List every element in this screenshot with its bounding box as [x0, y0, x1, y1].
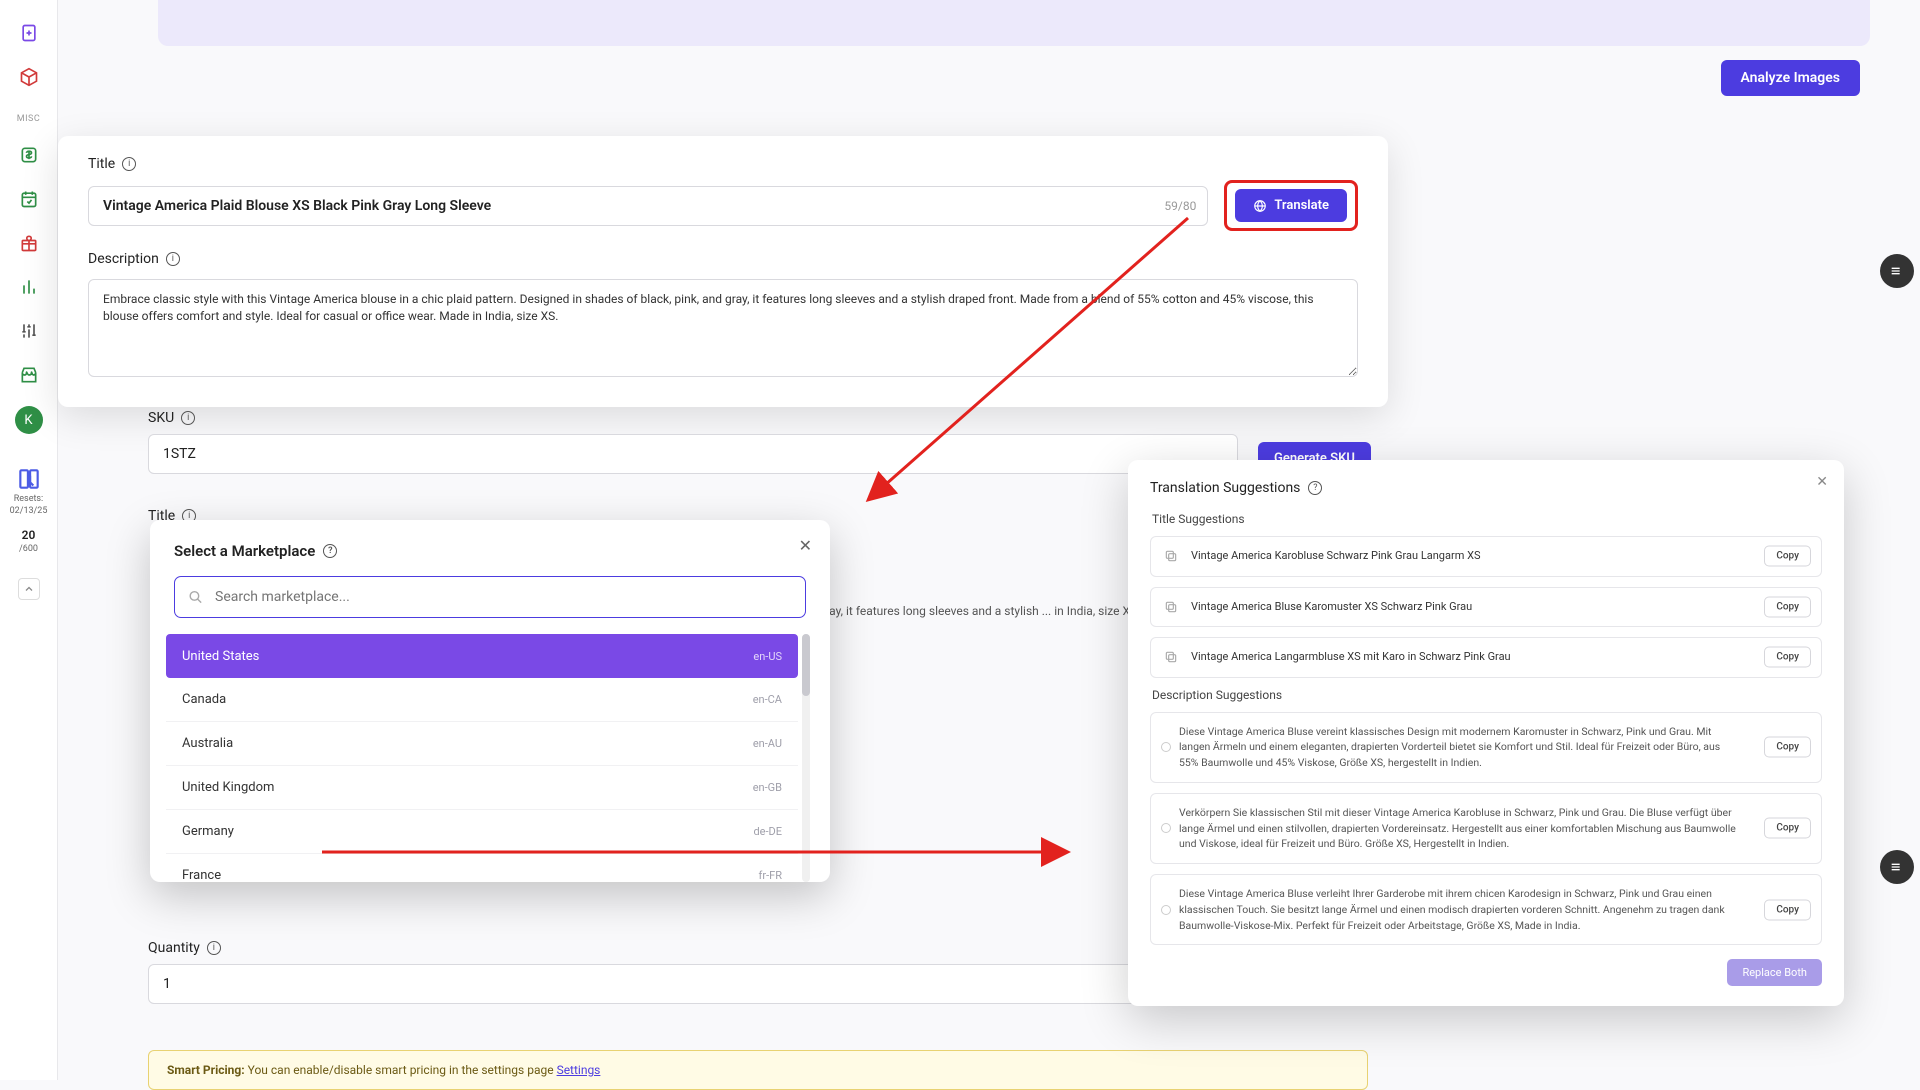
sku-label: SKUi [148, 410, 1238, 426]
info-icon[interactable]: i [207, 941, 221, 955]
sliders-icon[interactable] [16, 318, 42, 344]
sku-input[interactable] [148, 434, 1238, 474]
search-icon [187, 589, 204, 606]
avatar[interactable]: K [15, 406, 43, 434]
translation-panel: Translation Suggestions? ✕ Title Suggest… [1128, 460, 1844, 1006]
marketplace-item[interactable]: Australiaen-AU [166, 722, 798, 766]
translate-button[interactable]: Translate [1235, 189, 1347, 222]
smart-pricing-banner: Smart Pricing: You can enable/disable sm… [148, 1050, 1368, 1090]
info-icon[interactable]: i [166, 252, 180, 266]
gift-icon[interactable] [16, 230, 42, 256]
info-icon[interactable]: ? [323, 544, 337, 558]
replace-both-button[interactable]: Replace Both [1727, 959, 1822, 986]
title-description-card: Titlei 59/80 Translate Descriptioni [58, 136, 1388, 407]
title-suggestion-row[interactable]: Vintage America Karobluse Schwarz Pink G… [1150, 536, 1822, 577]
sku-block: SKUi [148, 410, 1238, 474]
usage-max: /600 [19, 544, 38, 554]
marketplace-item[interactable]: United Statesen-US [166, 634, 798, 678]
translation-header: Translation Suggestions? [1150, 480, 1822, 496]
marketplace-scrollbar[interactable] [802, 634, 810, 882]
title-label: Titlei [88, 156, 1358, 172]
marketplace-item[interactable]: Germanyde-DE [166, 810, 798, 854]
description-suggestion-row[interactable]: Verkörpern Sie klassischen Stil mit dies… [1150, 793, 1822, 864]
copy-button[interactable]: Copy [1764, 596, 1811, 617]
radio-icon[interactable] [1161, 742, 1171, 752]
info-icon[interactable]: i [122, 157, 136, 171]
sidebar-section-misc: MISC [17, 114, 41, 124]
copy-icon [1164, 650, 1178, 664]
copy-button[interactable]: Copy [1764, 899, 1811, 920]
barchart-icon[interactable] [16, 274, 42, 300]
title-suggestions-label: Title Suggestions [1152, 512, 1822, 526]
globe-icon [1253, 199, 1267, 213]
marketplace-list[interactable]: United Statesen-USCanadaen-CAAustraliaen… [166, 634, 798, 882]
marketplace-search-input[interactable] [174, 576, 806, 618]
description-suggestions-label: Description Suggestions [1152, 688, 1822, 702]
description-suggestion-row[interactable]: Diese Vintage America Bluse vereint klas… [1150, 712, 1822, 783]
dollar-icon[interactable] [16, 142, 42, 168]
sidebar: MISC K Resets: 02/13/25 20 /600 [0, 0, 58, 1080]
box-icon[interactable] [16, 64, 42, 90]
close-icon[interactable]: ✕ [799, 536, 812, 555]
resets-icon [16, 466, 42, 492]
copy-button[interactable]: Copy [1764, 737, 1811, 758]
store-icon[interactable] [16, 362, 42, 388]
copy-button[interactable]: Copy [1764, 647, 1811, 668]
header-bar [158, 0, 1870, 46]
radio-icon[interactable] [1161, 823, 1171, 833]
info-icon[interactable]: i [181, 411, 195, 425]
description-suggestion-row[interactable]: Diese Vintage America Bluse verleiht Ihr… [1150, 874, 1822, 945]
marketplace-title: Select a Marketplace? [174, 542, 806, 560]
analyze-images-button[interactable]: Analyze Images [1721, 60, 1861, 96]
translate-highlight-box: Translate [1224, 180, 1358, 231]
resets-label: Resets: [14, 494, 44, 504]
marketplace-modal: Select a Marketplace? ✕ United Statesen-… [150, 520, 830, 882]
scrollbar-thumb[interactable] [802, 634, 810, 696]
main: Analyze Images Titlei 59/80 Translate De… [58, 0, 1920, 1080]
radio-icon[interactable] [1161, 905, 1171, 915]
settings-link[interactable]: Settings [557, 1063, 601, 1077]
marketplace-item[interactable]: Canadaen-CA [166, 678, 798, 722]
copy-button[interactable]: Copy [1764, 546, 1811, 567]
marketplace-item[interactable]: United Kingdomen-GB [166, 766, 798, 810]
sidebar-collapse-button[interactable] [18, 578, 40, 600]
title-suggestion-row[interactable]: Vintage America Bluse Karomuster XS Schw… [1150, 587, 1822, 628]
title-char-counter: 59/80 [1164, 199, 1196, 213]
description-textarea[interactable] [88, 279, 1358, 377]
title-input[interactable] [88, 186, 1208, 226]
marketplace-item[interactable]: Francefr-FR [166, 854, 798, 882]
description-label: Descriptioni [88, 251, 1358, 267]
title-suggestion-row[interactable]: Vintage America Langarmbluse XS mit Karo… [1150, 637, 1822, 678]
copy-icon [1164, 549, 1178, 563]
floating-action-2[interactable] [1880, 850, 1914, 884]
close-icon[interactable]: ✕ [1816, 474, 1828, 490]
floating-action-1[interactable] [1880, 254, 1914, 288]
calendar-icon[interactable] [16, 186, 42, 212]
copy-icon [1164, 600, 1178, 614]
resets-date: 02/13/25 [10, 506, 48, 516]
usage-count: 20 [22, 528, 36, 542]
copy-button[interactable]: Copy [1764, 818, 1811, 839]
page-plus-icon[interactable] [16, 20, 42, 46]
info-icon[interactable]: ? [1308, 481, 1322, 495]
